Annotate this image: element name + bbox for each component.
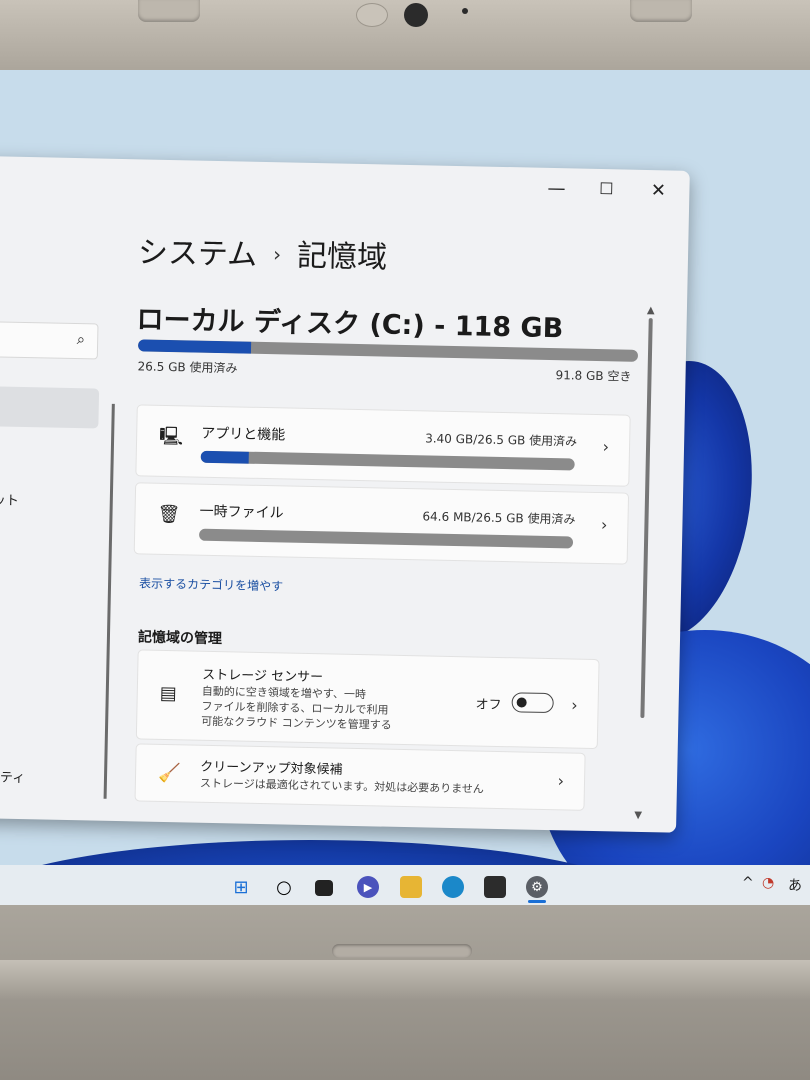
task-view-icon[interactable]: [315, 880, 333, 896]
file-explorer-icon[interactable]: [400, 876, 422, 898]
search-icon: ⌕: [76, 330, 86, 349]
storage-sense-icon: ▤: [159, 682, 178, 705]
apps-icon: 🖳: [158, 425, 184, 448]
ime-indicator[interactable]: あ: [788, 875, 802, 895]
sidebar-item-system-selected[interactable]: [0, 385, 100, 429]
category-card-apps[interactable]: 🖳 アプリと機能 3.40 GB/26.5 GB 使用済み ›: [135, 404, 631, 487]
storage-sense-card[interactable]: ▤ ストレージ センサー 自動的に空き領域を増やす、一時 ファイルを削除する、ロ…: [135, 649, 600, 750]
category-usage-bar: [198, 528, 574, 549]
minimize-button[interactable]: —: [541, 178, 571, 200]
cleanup-desc: ストレージは最適化されています。対処は必要ありません: [199, 776, 485, 796]
laptop-hinge: [0, 960, 810, 1000]
bezel-tab-right: [630, 0, 692, 22]
search-icon[interactable]: ○: [273, 876, 295, 898]
toggle-knob: [516, 697, 527, 708]
disk-free-label: 91.8 GB 空き: [555, 368, 632, 384]
show-more-categories-link[interactable]: 表示するカテゴリを増やす: [139, 574, 283, 594]
chat-icon[interactable]: ▶: [357, 876, 379, 898]
section-heading: 記憶域の管理: [137, 629, 223, 648]
category-usage: 64.6 MB/26.5 GB 使用済み: [422, 509, 576, 527]
settings-gear-icon[interactable]: ⚙: [526, 876, 548, 898]
tray-overflow-icon[interactable]: ^: [742, 875, 754, 891]
disk-title: ローカル ディスク (C:) - 118 GB: [136, 304, 564, 345]
chevron-right-icon: ›: [600, 515, 608, 535]
sidebar-item-label[interactable]: ット: [0, 489, 19, 509]
scrollbar-thumb[interactable]: [640, 318, 653, 719]
category-usage-fill: [200, 450, 249, 464]
cleanup-title: クリーンアップ対象候補: [200, 759, 343, 778]
settings-window: — ☐ ✕ ⌕ ット リティ e システム›記憶域 ローカル ディスク (C:)…: [0, 156, 690, 833]
toggle-state-label: オフ: [475, 697, 502, 714]
cleanup-recommendations-card[interactable]: 🧹 クリーンアップ対象候補 ストレージは最適化されています。対処は必要ありません…: [134, 743, 586, 811]
chevron-right-icon: ›: [602, 437, 610, 457]
edge-icon[interactable]: [442, 876, 464, 898]
sidebar-item-label[interactable]: リティ: [0, 766, 25, 786]
chevron-right-icon: ›: [557, 771, 565, 791]
sidebar-divider: [103, 403, 115, 799]
active-app-indicator: [528, 900, 546, 903]
category-usage-bar: [200, 450, 575, 471]
scroll-down-icon[interactable]: ▼: [634, 810, 642, 821]
hinge-slot: [332, 944, 472, 958]
network-status-icon[interactable]: ◔: [762, 875, 774, 891]
scroll-up-icon[interactable]: ▲: [647, 305, 655, 316]
disk-used-label: 26.5 GB 使用済み: [137, 359, 238, 376]
disk-usage-fill: [137, 339, 251, 354]
page-title: 記憶域: [296, 238, 388, 276]
settings-search-input[interactable]: ⌕: [0, 320, 99, 360]
broom-icon: 🧹: [157, 762, 181, 785]
breadcrumb: システム › 記憶域: [138, 227, 388, 276]
chevron-right-icon: ›: [571, 695, 578, 715]
category-card-temp-files[interactable]: 🗑 一時ファイル 64.6 MB/26.5 GB 使用済み ›: [133, 482, 630, 565]
category-title: 一時ファイル: [199, 503, 284, 522]
trash-icon: 🗑: [157, 503, 181, 526]
sensor-ring: [356, 3, 388, 27]
storage-sense-title: ストレージ センサー: [202, 667, 324, 686]
bezel-tab-left: [138, 0, 200, 22]
category-usage: 3.40 GB/26.5 GB 使用済み: [425, 431, 578, 449]
store-icon[interactable]: [484, 876, 506, 898]
webcam-led: [462, 8, 468, 14]
breadcrumb-parent[interactable]: システム: [138, 235, 258, 272]
close-button[interactable]: ✕: [643, 180, 673, 202]
storage-sense-toggle[interactable]: [511, 692, 554, 714]
maximize-button[interactable]: ☐: [591, 179, 621, 199]
storage-sense-desc: 可能なクラウド コンテンツを管理する: [201, 714, 392, 732]
breadcrumb-separator-icon: ›: [272, 242, 282, 267]
webcam-lens: [404, 3, 428, 27]
category-title: アプリと機能: [201, 425, 286, 444]
start-icon[interactable]: ⊞: [230, 876, 252, 898]
